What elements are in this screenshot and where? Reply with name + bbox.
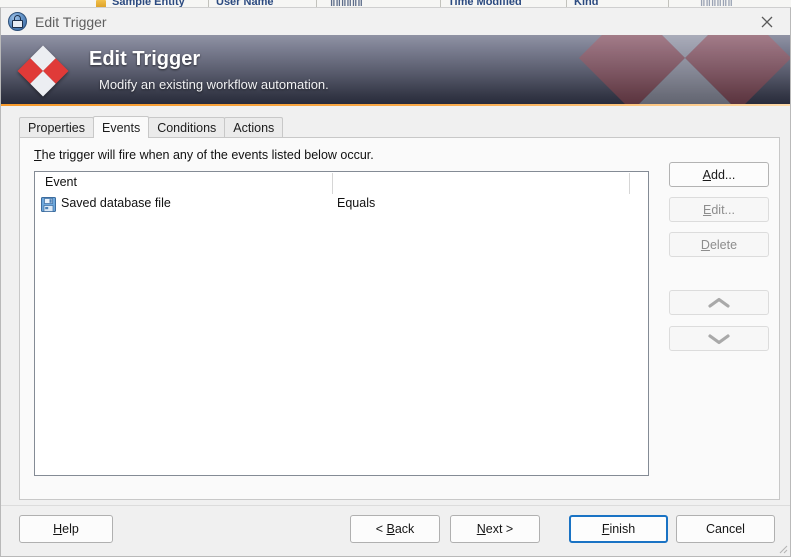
column-divider[interactable] <box>629 173 630 194</box>
checkered-diamond-icon <box>17 45 69 97</box>
add-button[interactable]: Add... <box>669 162 769 187</box>
help-button-label: Help <box>53 522 79 536</box>
column-header-event[interactable]: Event <box>45 175 77 189</box>
event-operator: Equals <box>337 196 376 210</box>
close-icon[interactable] <box>744 8 790 35</box>
footer-divider <box>1 505 790 506</box>
resize-grip[interactable] <box>776 542 788 554</box>
back-button-label: < Back <box>375 522 415 536</box>
events-list-header: Event <box>35 172 648 194</box>
lock-icon <box>8 12 27 31</box>
events-tab-panel: The trigger will fire when any of the ev… <box>19 137 780 500</box>
save-floppy-icon <box>41 197 56 212</box>
checkered-diamond-watermark-icon <box>578 35 790 106</box>
banner-title: Edit Trigger <box>89 48 201 70</box>
events-list[interactable]: Event Saved database file Equals <box>34 171 649 476</box>
finish-button-label: Finish <box>601 522 636 536</box>
next-button-label: Next > <box>476 522 514 536</box>
panel-description: The trigger will fire when any of the ev… <box>34 148 374 162</box>
tab-conditions[interactable]: Conditions <box>148 117 226 137</box>
column-divider[interactable] <box>332 173 333 194</box>
delete-button[interactable]: Delete <box>669 232 769 257</box>
dialog-titlebar: Edit Trigger <box>1 8 790 35</box>
edit-trigger-dialog: Edit Trigger Edit Trigger Modify an exis… <box>0 7 791 557</box>
add-button-label: Add... <box>702 167 736 182</box>
cancel-button-label: Cancel <box>706 522 745 536</box>
cancel-button[interactable]: Cancel <box>676 515 775 543</box>
edit-button-label: Edit... <box>703 202 735 217</box>
banner-subtitle: Modify an existing workflow automation. <box>99 77 329 92</box>
chevron-up-icon <box>708 297 730 309</box>
back-button[interactable]: < Back <box>350 515 440 543</box>
chevron-down-icon <box>708 333 730 345</box>
table-row[interactable]: Saved database file Equals <box>35 194 648 215</box>
tab-actions[interactable]: Actions <box>224 117 284 137</box>
finish-button[interactable]: Finish <box>569 515 668 543</box>
help-button[interactable]: Help <box>19 515 113 543</box>
delete-button-label: Delete <box>700 237 738 252</box>
tab-properties[interactable]: Properties <box>19 117 94 137</box>
dialog-title: Edit Trigger <box>35 13 107 30</box>
tab-strip: Properties Events Conditions Actions <box>19 116 790 138</box>
move-down-button[interactable] <box>669 326 769 351</box>
tab-events[interactable]: Events <box>92 116 150 138</box>
panel-description-mnemonic: T <box>34 148 42 162</box>
move-up-button[interactable] <box>669 290 769 315</box>
edit-button[interactable]: Edit... <box>669 197 769 222</box>
banner-accent-rule <box>1 104 790 106</box>
dialog-header-banner: Edit Trigger Modify an existing workflow… <box>1 35 790 106</box>
panel-description-text: he trigger will fire when any of the eve… <box>41 148 374 162</box>
next-button[interactable]: Next > <box>450 515 540 543</box>
event-name: Saved database file <box>61 196 171 210</box>
